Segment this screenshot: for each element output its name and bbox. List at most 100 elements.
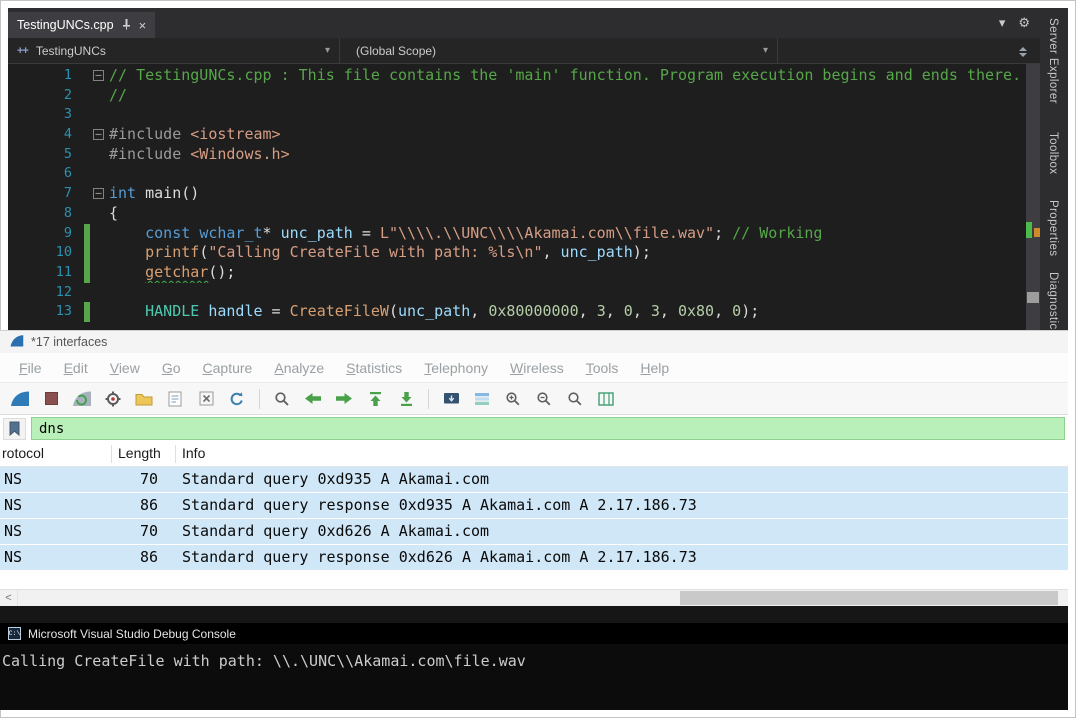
horizontal-scroll-thumb[interactable]: [680, 591, 1058, 605]
column-header-info[interactable]: Info: [182, 445, 205, 461]
restart-capture-icon[interactable]: [70, 387, 94, 411]
packet-row[interactable]: NS70Standard query 0xd935 A Akamai.com: [0, 467, 1068, 492]
menu-edit[interactable]: Edit: [53, 360, 99, 376]
reload-icon[interactable]: [225, 387, 249, 411]
packet-protocol: NS: [0, 545, 112, 570]
packet-row[interactable]: NS86Standard query response 0xd935 A Aka…: [0, 493, 1068, 518]
filter-bookmark-icon[interactable]: [3, 418, 26, 440]
go-last-icon[interactable]: [394, 387, 418, 411]
save-file-icon[interactable]: [163, 387, 187, 411]
window-title: *17 interfaces: [31, 335, 107, 349]
capture-options-icon[interactable]: [101, 387, 125, 411]
console-line: Calling CreateFile with path: \\.\UNC\\A…: [2, 652, 1066, 670]
stop-capture-icon[interactable]: [39, 387, 63, 411]
menu-capture[interactable]: Capture: [192, 360, 264, 376]
code-line[interactable]: 13 HANDLE handle = CreateFileW(unc_path,…: [8, 302, 1040, 322]
code-line[interactable]: 3: [8, 105, 1040, 125]
menu-telephony[interactable]: Telephony: [413, 360, 499, 376]
menu-help[interactable]: Help: [629, 360, 680, 376]
menu-wireless[interactable]: Wireless: [499, 360, 575, 376]
line-number: 13: [8, 302, 84, 322]
line-number: 5: [8, 145, 84, 165]
scrollbar-change-mark: [1026, 222, 1032, 238]
menu-analyze[interactable]: Analyze: [263, 360, 335, 376]
code-line[interactable]: 9 const wchar_t* unc_path = L"\\\\.\\UNC…: [8, 224, 1040, 244]
display-filter-input[interactable]: dns: [31, 417, 1065, 440]
code-line[interactable]: 10 printf("Calling CreateFile with path:…: [8, 243, 1040, 263]
column-header-protocol[interactable]: rotocol: [2, 445, 44, 461]
go-forward-icon[interactable]: [332, 387, 356, 411]
scroll-left-icon[interactable]: <: [0, 590, 18, 606]
editor-tab-testinguncs[interactable]: TestingUNCs.cpp ×: [8, 12, 155, 38]
code-text: [109, 105, 1040, 125]
open-file-icon[interactable]: [132, 387, 156, 411]
wireshark-titlebar[interactable]: *17 interfaces: [0, 331, 1068, 353]
code-line[interactable]: 12: [8, 283, 1040, 303]
pin-icon[interactable]: [122, 18, 131, 33]
scrollbar-thumb[interactable]: [1027, 292, 1039, 303]
zoom-out-icon[interactable]: [532, 387, 556, 411]
fold-toggle-icon[interactable]: –: [93, 129, 104, 140]
go-first-icon[interactable]: [363, 387, 387, 411]
fold-toggle-icon[interactable]: –: [93, 188, 104, 199]
code-text: int main(): [109, 184, 1040, 204]
console-titlebar[interactable]: C:\ Microsoft Visual Studio Debug Consol…: [0, 623, 1068, 644]
horizontal-scroll-track[interactable]: [18, 590, 1068, 606]
menu-tools[interactable]: Tools: [575, 360, 630, 376]
resize-columns-icon[interactable]: [594, 387, 618, 411]
line-number: 12: [8, 283, 84, 303]
menu-statistics[interactable]: Statistics: [335, 360, 413, 376]
colorize-icon[interactable]: [470, 387, 494, 411]
code-line[interactable]: 8{: [8, 204, 1040, 224]
column-divider[interactable]: [175, 445, 176, 463]
go-back-icon[interactable]: [301, 387, 325, 411]
find-packet-icon[interactable]: [270, 387, 294, 411]
console-output[interactable]: Calling CreateFile with path: \\.\UNC\\A…: [0, 644, 1068, 710]
close-tab-icon[interactable]: ×: [139, 19, 147, 32]
packet-row[interactable]: NS70Standard query 0xd626 A Akamai.com: [0, 519, 1068, 544]
settings-gear-icon[interactable]: ⚙: [1018, 15, 1030, 31]
code-line[interactable]: 1–// TestingUNCs.cpp : This file contain…: [8, 66, 1040, 86]
code-line[interactable]: 2//: [8, 86, 1040, 106]
scope-dropdown[interactable]: (Global Scope) ▾: [340, 38, 778, 63]
side-tab-diagnostic[interactable]: Diagnostic: [1047, 272, 1059, 330]
packet-length: 70: [112, 519, 158, 544]
column-divider[interactable]: [111, 445, 112, 463]
project-dropdown[interactable]: ++ TestingUNCs ▾: [8, 38, 340, 63]
fold-margin: [90, 302, 109, 322]
packet-list: NS70Standard query 0xd935 A Akamai.comNS…: [0, 467, 1068, 571]
code-text: const wchar_t* unc_path = L"\\\\.\\UNC\\…: [109, 224, 1040, 244]
editor-vertical-scrollbar[interactable]: [1026, 64, 1040, 330]
menu-go[interactable]: Go: [151, 360, 192, 376]
fold-toggle-icon[interactable]: –: [93, 70, 104, 81]
navigation-updown-icon[interactable]: [1018, 45, 1028, 63]
code-line[interactable]: 11 getchar();: [8, 263, 1040, 283]
side-tab-properties[interactable]: Properties: [1047, 200, 1059, 256]
document-tab-strip: TestingUNCs.cpp × ▾ ⚙: [8, 8, 1040, 38]
start-capture-icon[interactable]: [8, 387, 32, 411]
code-line[interactable]: 6: [8, 164, 1040, 184]
code-editor[interactable]: 1–// TestingUNCs.cpp : This file contain…: [8, 64, 1040, 330]
line-number: 6: [8, 164, 84, 184]
packet-info: Standard query 0xd626 A Akamai.com: [182, 519, 1068, 544]
menu-view[interactable]: View: [99, 360, 151, 376]
fold-margin: [90, 164, 109, 184]
line-number: 9: [8, 224, 84, 244]
packet-protocol: NS: [0, 493, 112, 518]
close-file-icon[interactable]: [194, 387, 218, 411]
zoom-reset-icon[interactable]: [563, 387, 587, 411]
line-number: 11: [8, 263, 84, 283]
code-text: getchar();: [109, 263, 1040, 283]
side-tab-server-explorer[interactable]: Server Explorer: [1047, 18, 1059, 104]
packet-info: Standard query response 0xd626 A Akamai.…: [182, 545, 1068, 570]
tab-overflow-chevron-icon[interactable]: ▾: [999, 15, 1006, 31]
packet-row[interactable]: NS86Standard query response 0xd626 A Aka…: [0, 545, 1068, 570]
zoom-in-icon[interactable]: [501, 387, 525, 411]
auto-scroll-icon[interactable]: [439, 387, 463, 411]
side-tab-toolbox[interactable]: Toolbox: [1047, 132, 1059, 174]
code-line[interactable]: 7–int main(): [8, 184, 1040, 204]
menu-file[interactable]: File: [8, 360, 53, 376]
column-header-length[interactable]: Length: [118, 445, 161, 461]
code-line[interactable]: 5#include <Windows.h>: [8, 145, 1040, 165]
code-line[interactable]: 4–#include <iostream>: [8, 125, 1040, 145]
